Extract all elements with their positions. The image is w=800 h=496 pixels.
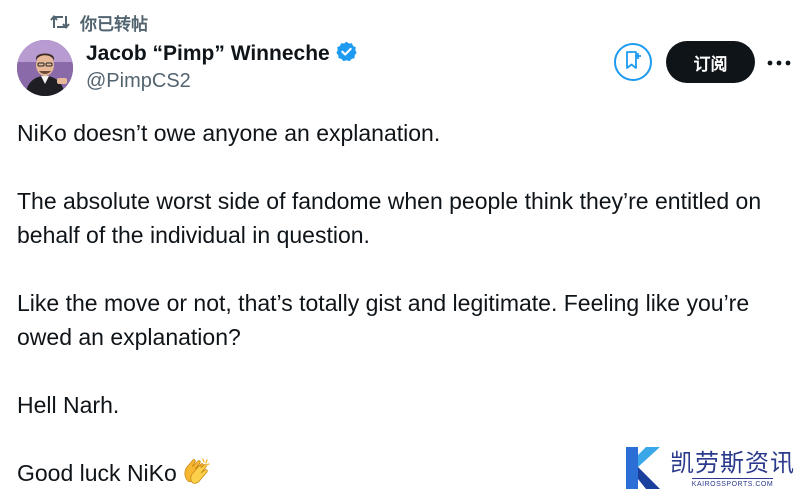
verified-badge-icon <box>336 41 357 67</box>
kairos-k-logo <box>624 445 664 496</box>
watermark-text-cn: 凯劳斯资讯 <box>670 450 795 477</box>
tweet-last-line: Good luck NiKo <box>17 460 177 486</box>
tweet-paragraph: The absolute worst side of fandome when … <box>17 188 762 248</box>
avatar[interactable] <box>17 40 73 96</box>
clapping-hands-emoji <box>181 457 211 494</box>
author-display-name[interactable]: Jacob “Pimp” Winneche <box>86 42 330 66</box>
tweet-text: NiKo doesn’t owe anyone an explanation. … <box>17 116 777 494</box>
more-horizontal-icon <box>767 53 791 71</box>
subscribe-button[interactable]: 订阅 <box>666 41 755 83</box>
site-watermark: 凯劳斯资讯 KAIROSSPORTS.COM <box>624 444 800 496</box>
watermark-text-en: KAIROSSPORTS.COM <box>691 478 774 490</box>
tweet-paragraph: Like the move or not, that’s totally gis… <box>17 290 750 350</box>
tweet-paragraph: Hell Narh. <box>17 392 120 418</box>
repost-label: 你已转帖 <box>80 14 148 34</box>
repost-indicator: 你已转帖 <box>50 10 148 34</box>
bookmark-add-icon <box>624 50 642 75</box>
more-options-button[interactable] <box>766 52 792 72</box>
author-handle[interactable]: @PimpCS2 <box>86 70 357 93</box>
tweet-paragraph: NiKo doesn’t owe anyone an explanation. <box>17 120 441 146</box>
repost-icon <box>50 13 70 31</box>
author-info: Jacob “Pimp” Winneche @PimpCS2 <box>86 40 357 93</box>
bookmark-button[interactable] <box>614 43 652 81</box>
